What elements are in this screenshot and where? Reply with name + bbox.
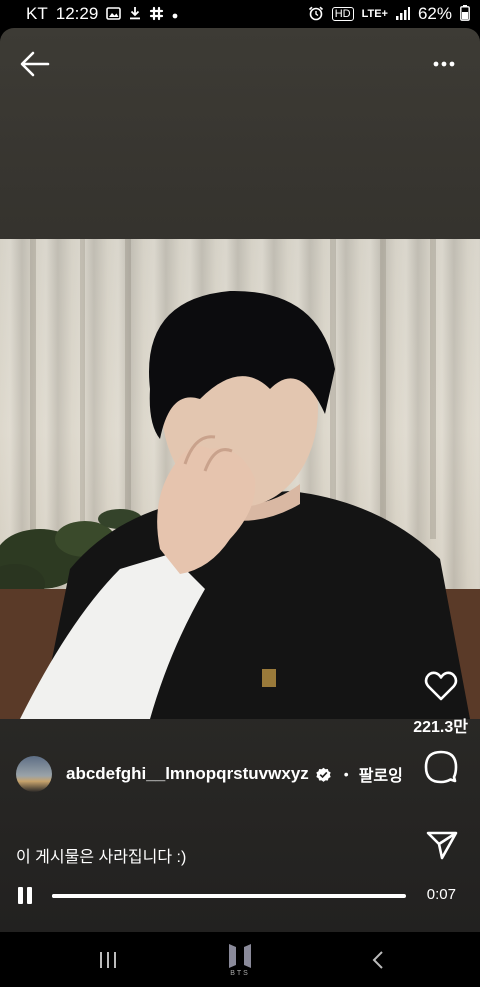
- verified-badge-icon: [316, 767, 331, 782]
- status-right: HD LTE+ 62%: [308, 4, 470, 24]
- signal-icon: [395, 6, 410, 22]
- network-label: LTE+: [361, 8, 388, 20]
- progress-fill: [52, 894, 399, 898]
- nav-back-icon: [372, 950, 383, 969]
- progress-bar[interactable]: [52, 894, 406, 898]
- clock: 12:29: [55, 4, 99, 23]
- navigation-bar: BTS: [0, 932, 480, 987]
- home-button[interactable]: BTS: [212, 932, 268, 987]
- home-logo-text: BTS: [230, 969, 250, 977]
- like-count: 221.3만: [413, 719, 468, 736]
- download-icon: [129, 6, 141, 22]
- video-image: [0, 239, 480, 719]
- video-frame[interactable]: [0, 239, 480, 719]
- following-button[interactable]: 팔로잉: [359, 762, 403, 786]
- status-bar: KT 12:29 HD LTE+ 62%: [0, 0, 480, 28]
- recents-button[interactable]: [80, 932, 135, 987]
- username[interactable]: abcdefghi__lmnopqrstuvwxyz: [66, 764, 309, 784]
- comment-bubble-icon: [424, 750, 458, 784]
- pause-button[interactable]: [16, 887, 36, 905]
- paper-plane-icon: [426, 831, 458, 860]
- comment-button[interactable]: [424, 750, 458, 784]
- shirt-badge: [262, 669, 276, 687]
- nav-back-button[interactable]: [350, 932, 405, 987]
- dot-icon: [172, 7, 178, 21]
- back-button[interactable]: [18, 48, 54, 80]
- hd-badge: HD: [331, 7, 354, 21]
- more-options-button[interactable]: [432, 54, 460, 74]
- pause-icon: [18, 887, 23, 904]
- slack-icon: [149, 6, 164, 23]
- separator-dot: •: [343, 766, 349, 782]
- more-horizontal-icon: [433, 61, 455, 67]
- alarm-icon: [308, 6, 324, 23]
- heart-outline-icon: [424, 671, 458, 701]
- like-button[interactable]: [424, 670, 458, 702]
- video-controls: 0:07: [16, 886, 464, 906]
- status-left: KT 12:29: [26, 4, 178, 24]
- share-button[interactable]: [426, 830, 458, 860]
- avatar[interactable]: [16, 756, 52, 792]
- battery-percent: 62%: [417, 4, 452, 23]
- arrow-left-icon: [20, 51, 50, 77]
- post-caption: 이 게시물은 사라집니다 :): [16, 849, 187, 866]
- battery-icon: [460, 5, 470, 23]
- carrier-label: KT: [26, 4, 48, 23]
- author-row: abcdefghi__lmnopqrstuvwxyz • 팔로잉: [16, 756, 403, 792]
- story-card: 221.3만 abcdefghi__lmnopqrstuvwxyz • 팔로잉 …: [0, 28, 480, 932]
- recents-icon: [99, 951, 116, 968]
- gallery-icon: [106, 6, 122, 22]
- bts-logo-icon: [229, 943, 251, 968]
- elapsed-time: 0:07: [426, 886, 456, 903]
